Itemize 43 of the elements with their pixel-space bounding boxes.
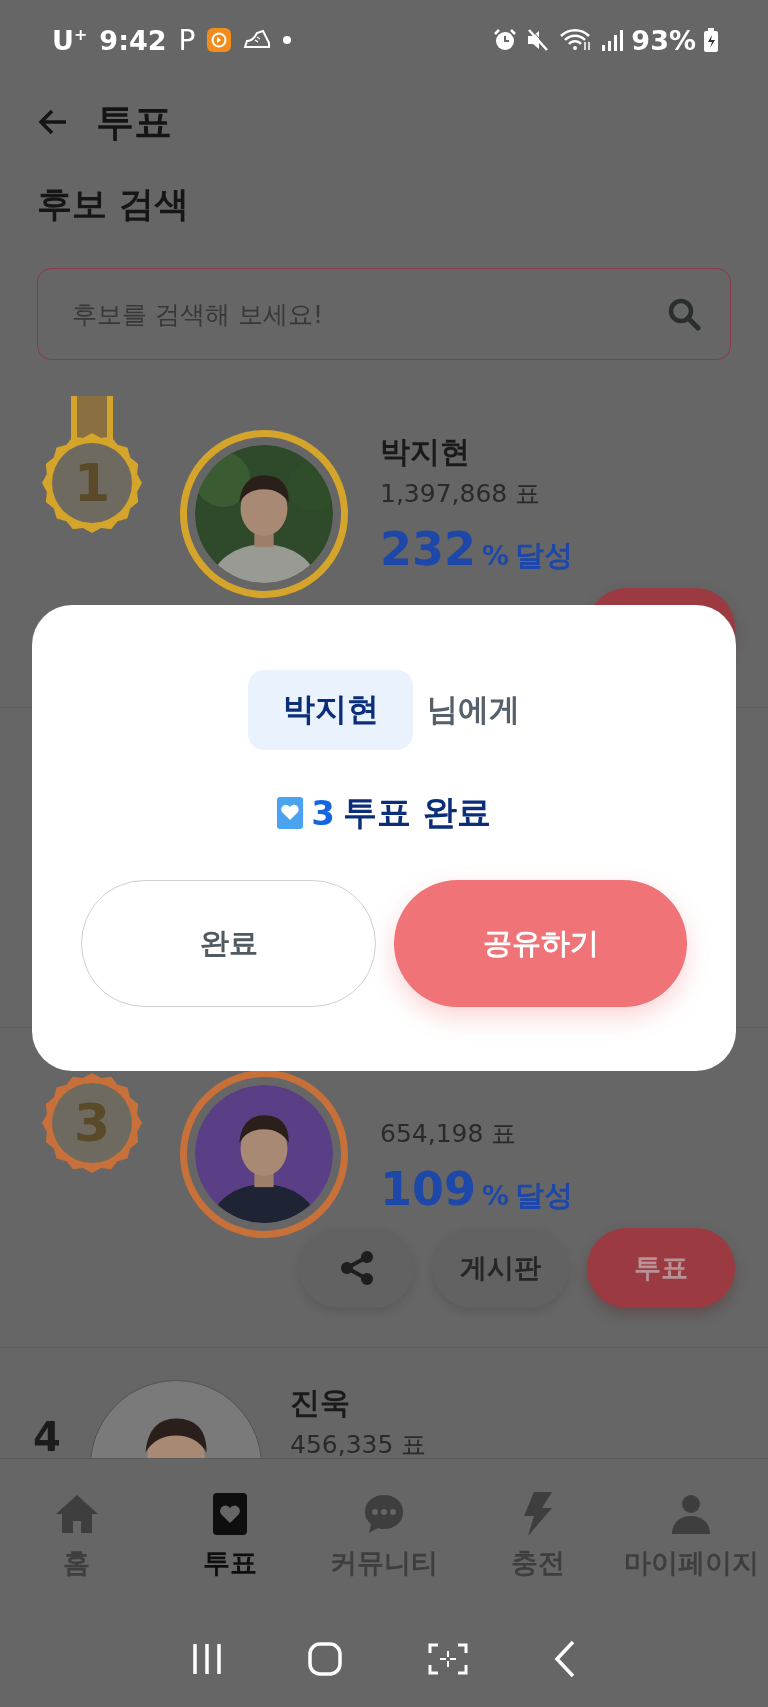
shoe-icon: [243, 29, 272, 51]
nav-tab[interactable]: 투표: [203, 1545, 258, 1581]
screen-capture-icon[interactable]: [428, 1642, 468, 1675]
board-button[interactable]: 게시판: [432, 1228, 569, 1308]
chat-bubble-icon: [363, 1493, 405, 1535]
share-button[interactable]: 공유하기: [394, 880, 687, 1007]
achievement-percent: 109: [380, 1161, 477, 1218]
heart-card-icon: [213, 1493, 248, 1535]
clock: 9:42: [99, 24, 167, 56]
battery-percent: 93%: [631, 24, 696, 56]
candidate-name: 박지현: [380, 433, 471, 471]
vote-count: 3: [311, 793, 335, 833]
section-heading: 후보 검색: [37, 183, 191, 226]
app-icon: [207, 28, 232, 52]
person-icon: [670, 1494, 713, 1534]
vote-button[interactable]: 투표: [587, 1228, 735, 1308]
candidate-name: 진욱: [290, 1384, 351, 1422]
lightning-icon: [521, 1492, 554, 1536]
battery-icon: [704, 28, 718, 52]
recipient-name: 박지현: [248, 670, 413, 750]
notification-letter: P: [178, 23, 196, 57]
carrier-label: U$^{+}$: [52, 24, 88, 56]
rank-number: 4: [33, 1414, 62, 1458]
achievement-percent: 232: [380, 521, 477, 578]
home-button-icon[interactable]: [308, 1641, 342, 1676]
percent-sign: %: [482, 539, 510, 573]
vote-count: 654,198 표: [380, 1118, 518, 1150]
dot-icon: [283, 36, 292, 44]
search-icon[interactable]: [667, 297, 701, 331]
achievement-label: 달성: [515, 537, 574, 574]
vote-count: 1,397,868 표: [380, 478, 542, 510]
page-title: 투표: [96, 98, 172, 146]
back-arrow-icon[interactable]: [38, 109, 68, 135]
vote-count: 456,335 표: [290, 1429, 428, 1458]
alarm-icon: [493, 28, 518, 52]
recipient-suffix: 님에게: [427, 690, 520, 729]
signal-icon: [601, 29, 624, 51]
achievement-label: 달성: [515, 1177, 574, 1214]
result-message: 투표 완료: [342, 791, 491, 834]
recent-apps-icon[interactable]: [192, 1641, 222, 1676]
back-icon[interactable]: [554, 1639, 576, 1678]
percent-sign: %: [482, 1179, 510, 1213]
done-button[interactable]: 완료: [81, 880, 376, 1007]
